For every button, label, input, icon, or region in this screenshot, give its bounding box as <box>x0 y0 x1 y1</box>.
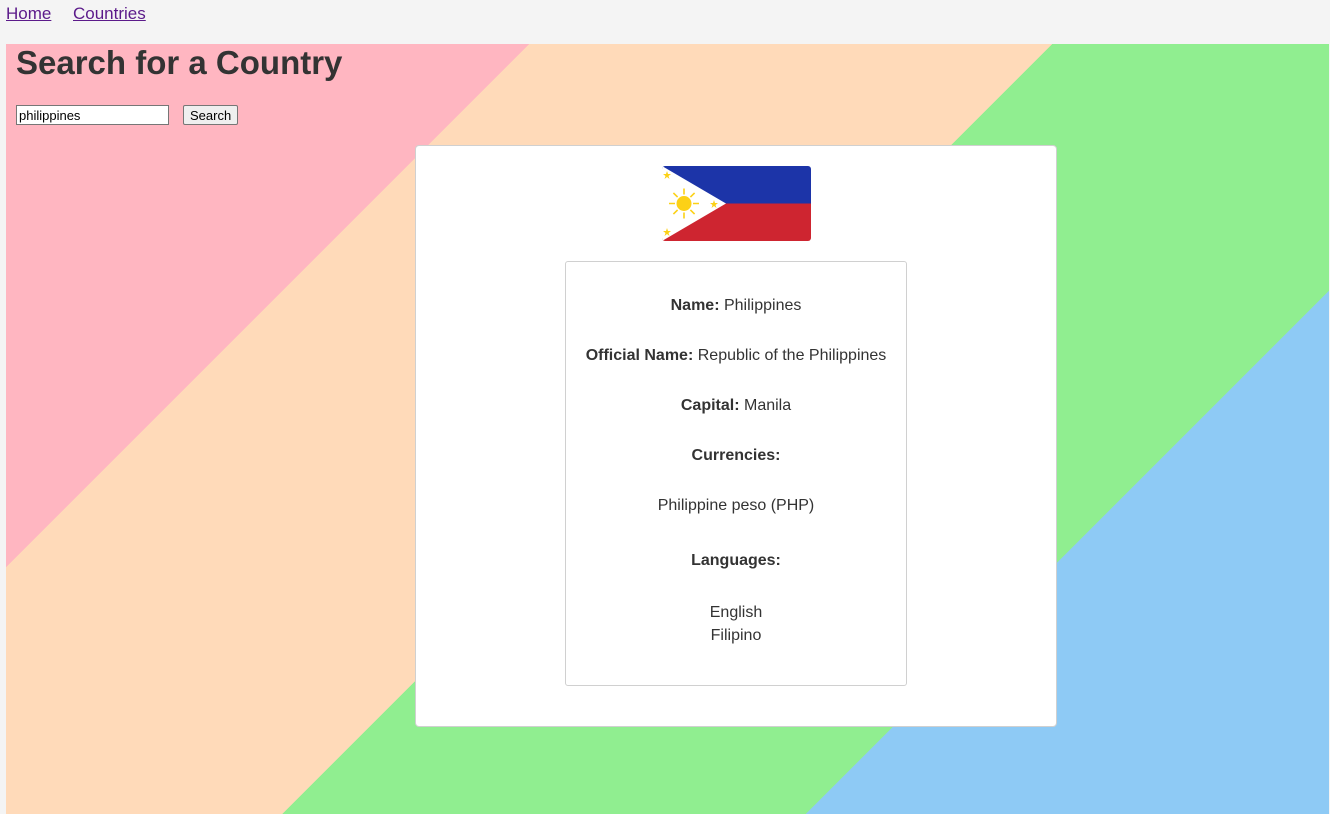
country-card: Name: Philippines Official Name: Republi… <box>415 145 1057 727</box>
search-button[interactable]: Search <box>183 105 239 125</box>
official-name-row: Official Name: Republic of the Philippin… <box>566 346 906 366</box>
flag-graphic <box>662 166 811 241</box>
official-name-value: Republic of the Philippines <box>697 347 887 364</box>
page-title: Search for a Country <box>16 44 343 81</box>
currencies-label: Currencies: <box>691 447 781 464</box>
language-item: Filipino <box>710 627 762 644</box>
nav-link-home[interactable]: Home <box>6 4 51 24</box>
philippines-flag-image <box>662 166 811 241</box>
capital-label: Capital: <box>680 397 740 414</box>
capital-row: Capital: Manila <box>566 396 906 416</box>
capital-value: Manila <box>743 397 792 414</box>
name-value: Philippines <box>723 297 802 314</box>
currencies-heading: Currencies: <box>566 446 906 466</box>
currency-item: Philippine peso (PHP) <box>657 497 815 514</box>
top-nav: Home Countries <box>0 0 1330 44</box>
name-label: Name: <box>670 297 720 314</box>
search-input[interactable] <box>16 105 169 125</box>
official-name-label: Official Name: <box>585 347 694 364</box>
name-row: Name: Philippines <box>566 296 906 316</box>
languages-heading: Languages: <box>566 551 906 571</box>
languages-list: English Filipino <box>566 601 906 647</box>
language-item: English <box>709 604 763 621</box>
main-content: Search for a Country Search <box>6 44 1329 814</box>
nav-link-countries[interactable]: Countries <box>73 4 146 24</box>
country-details: Name: Philippines Official Name: Republi… <box>565 261 907 686</box>
languages-label: Languages: <box>691 552 781 569</box>
